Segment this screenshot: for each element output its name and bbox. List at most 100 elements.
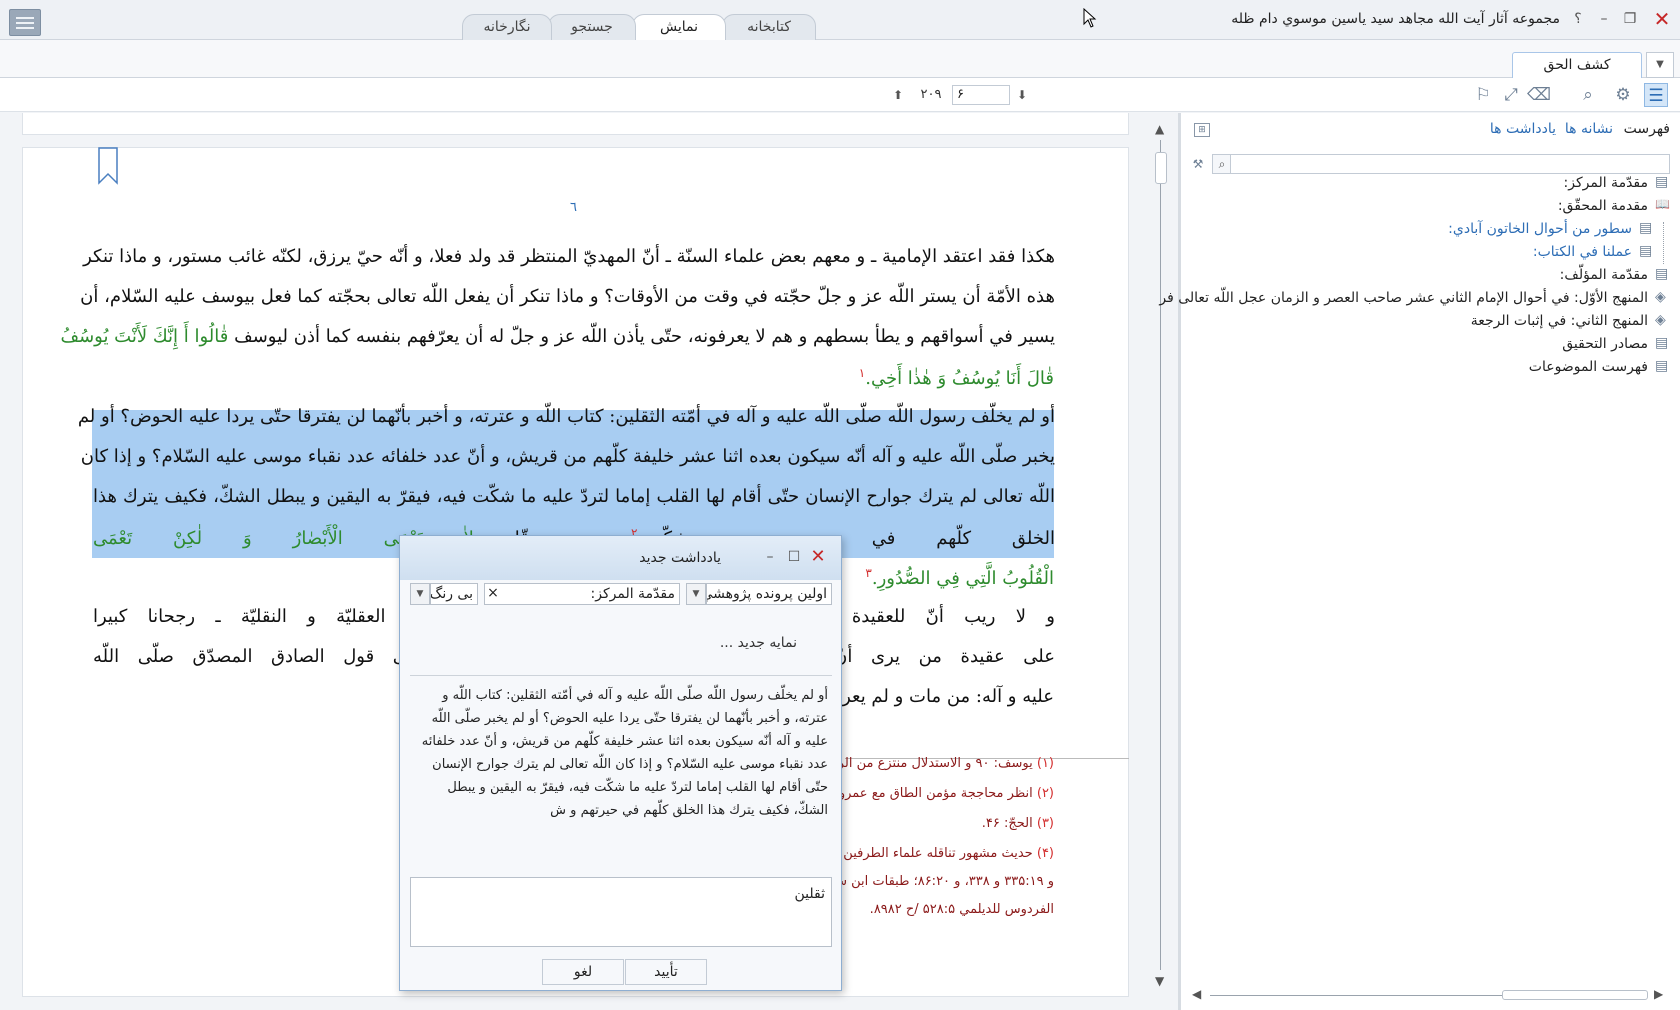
close-window-button[interactable]: ✕ bbox=[1652, 9, 1672, 29]
search-icon[interactable]: ⌕ bbox=[1576, 83, 1600, 107]
footnote-text: يوسف: ٩٠ و الاستدلال منتزع من الرواية bbox=[817, 756, 1033, 771]
index-item[interactable]: مقدمة المحقّق: bbox=[1558, 198, 1648, 214]
app-title: مجموعه آثار آیت الله مجاهد سید یاسین موس… bbox=[1231, 11, 1560, 27]
text-segment: أو لم يخلّف رسول اللّه صلّى اللّه عليه و… bbox=[77, 406, 1055, 427]
index-item[interactable]: المنهج الثاني: في إثبات الرجعة bbox=[1471, 313, 1648, 329]
document-tab[interactable]: كشف الحق bbox=[1512, 52, 1642, 78]
footnote-number: (١) bbox=[1036, 756, 1054, 771]
dialog-close-button[interactable]: ✕ bbox=[808, 547, 828, 567]
index-search-input[interactable] bbox=[1230, 154, 1670, 174]
cancel-button[interactable]: لغو bbox=[542, 959, 624, 985]
scroll-down-arrow-icon[interactable]: ▼ bbox=[1155, 974, 1164, 988]
index-item[interactable]: المنهج الأوّل: في أحوال الإمام الثاني عش… bbox=[1159, 290, 1648, 306]
document-tab-bar: كشف الحق ▼ bbox=[0, 40, 1680, 78]
tab-index[interactable]: فهرست bbox=[1624, 121, 1670, 137]
footnote: الفردوس للديلمي ۵٢٨:۵ /ح ٨٩٨٢. bbox=[870, 902, 1054, 917]
text-line: أو لم يخلّف رسول اللّه صلّى اللّه عليه و… bbox=[78, 406, 1055, 427]
section-select[interactable]: مقدّمة المركز: bbox=[484, 583, 680, 605]
hscroll-thumb[interactable] bbox=[1502, 990, 1648, 1000]
eraser-icon[interactable]: ⌫ bbox=[1527, 83, 1551, 107]
index-item[interactable]: فهرست الموضوعات bbox=[1529, 359, 1648, 375]
footnote: (٣) الحجّ: ۴۶. bbox=[982, 816, 1054, 831]
dialog-maximize-button[interactable]: ☐ bbox=[784, 547, 804, 567]
dialog-divider bbox=[410, 675, 832, 676]
mouse-cursor-icon bbox=[1083, 8, 1097, 28]
index-horizontal-scrollbar[interactable]: ◀ ▶ bbox=[1192, 987, 1666, 1001]
tree-guide-line bbox=[1663, 222, 1664, 264]
restore-button[interactable]: ❐ bbox=[1620, 9, 1640, 29]
footnote-number: (٣) bbox=[1036, 816, 1054, 831]
footnote-number: (۴) bbox=[1036, 846, 1054, 861]
page-bookmark-icon[interactable] bbox=[98, 147, 118, 185]
text-line: هذه الأمّة أن يستر اللّه عز و جلّ حجّته … bbox=[80, 286, 1055, 307]
note-heading: نمايه جديد ... bbox=[719, 635, 797, 651]
toolbar: ☰ ⚙ ⌕ ⌫ ⤢ ⚐ bbox=[0, 78, 1680, 112]
index-item[interactable]: مقدّمة المركز: bbox=[1564, 175, 1648, 191]
scroll-left-arrow-icon[interactable]: ◀ bbox=[1192, 987, 1201, 1001]
quran-verse: قٰالَ أَنَا يُوسُفُ وَ هٰذٰا أَخِي. bbox=[865, 368, 1054, 389]
bookmark-icon[interactable]: ⚐ bbox=[1471, 83, 1495, 107]
index-item[interactable]: مقدّمة المؤلّف: bbox=[1560, 267, 1648, 283]
quran-verse: قٰالُوا أَ إِنَّكَ لَأَنْتَ يُوسُفُ bbox=[60, 326, 229, 347]
title-bar: كتابخانه نمايش جستجو نگارخانه مجموعه آثا… bbox=[0, 0, 1680, 41]
text-line: هكذا فقد اعتقد الإمامية ـ و معهم بعض علم… bbox=[83, 246, 1055, 267]
project-dropdown-arrow-icon[interactable]: ▼ bbox=[686, 583, 706, 605]
open-book-icon: 📖 bbox=[1655, 197, 1670, 211]
scroll-up-arrow-icon[interactable]: ▲ bbox=[1155, 122, 1164, 136]
dialog-title: يادداشت جديد bbox=[639, 550, 721, 566]
text-segment: اللّه تعالى لم يترك جوارح الإنسان حتّى أ… bbox=[93, 486, 1055, 507]
scroll-right-arrow-icon[interactable]: ▶ bbox=[1654, 987, 1663, 1001]
document-icon: ▤ bbox=[1639, 220, 1653, 236]
clear-section-icon[interactable]: × bbox=[484, 583, 502, 605]
footnote-number: (٢) bbox=[1036, 786, 1054, 801]
tab-notes[interactable]: يادداشت ها bbox=[1490, 121, 1556, 137]
search-icon[interactable]: ⌕ bbox=[1212, 154, 1232, 174]
tab-bookmarks[interactable]: نشانه ها bbox=[1565, 121, 1613, 137]
scroll-thumb[interactable] bbox=[1155, 152, 1167, 184]
text-line: الْقُلُوبُ الَّتِي فِي الصُّدُورِ.٣ bbox=[865, 566, 1054, 589]
text-segment: يخبر صلّى اللّه عليه و آله أنّه سيكون بع… bbox=[80, 446, 1055, 467]
new-note-dialog: يادداشت جديد – ☐ ✕ ▼ اولين پرونده پژوهشي… bbox=[399, 535, 842, 991]
page-number-input[interactable]: ۶ bbox=[952, 85, 1010, 105]
text-line: يخبر صلّى اللّه عليه و آله أنّه سيكون بع… bbox=[81, 446, 1055, 467]
text-segment: هكذا فقد اعتقد الإمامية ـ و معهم بعض علم… bbox=[83, 246, 1055, 267]
document-icon: ▤ bbox=[1639, 243, 1653, 259]
page-up-arrow-icon[interactable]: ⬆ bbox=[890, 86, 906, 104]
list-icon[interactable]: ☰ bbox=[1644, 83, 1668, 107]
dialog-title-bar[interactable]: يادداشت جديد – ☐ ✕ bbox=[400, 536, 841, 580]
layers-icon: ◈ bbox=[1655, 289, 1666, 305]
tab-library[interactable]: كتابخانه bbox=[722, 14, 816, 40]
expand-collapse-icon[interactable]: ⊞ bbox=[1194, 123, 1210, 137]
tab-gallery[interactable]: نگارخانه bbox=[462, 14, 552, 40]
footnote: (١) يوسف: ٩٠ و الاستدلال منتزع من الرواي… bbox=[817, 756, 1054, 771]
help-button[interactable]: ؟ bbox=[1568, 9, 1588, 29]
text-segment: هذه الأمّة أن يستر اللّه عز و جلّ حجّته … bbox=[80, 286, 1055, 307]
minimize-button[interactable]: – bbox=[1594, 9, 1614, 29]
hamburger-menu-button[interactable] bbox=[9, 9, 41, 36]
document-tab-dropdown[interactable]: ▼ bbox=[1646, 52, 1674, 78]
page-down-arrow-icon[interactable]: ⬇ bbox=[1014, 86, 1030, 104]
footnote-text: الفردوس للديلمي ۵٢٨:۵ /ح ٨٩٨٢. bbox=[869, 902, 1054, 917]
wrench-icon[interactable]: ⚒ bbox=[1189, 155, 1207, 173]
page-total: ۲۰۹ bbox=[920, 87, 942, 102]
dialog-minimize-button[interactable]: – bbox=[760, 547, 780, 567]
page-number: ٦ bbox=[570, 200, 577, 215]
document-icon: ▤ bbox=[1655, 266, 1669, 282]
confirm-button[interactable]: تأييد bbox=[625, 959, 707, 985]
tab-display[interactable]: نمايش bbox=[632, 14, 726, 41]
text-line: قٰالَ أَنَا يُوسُفُ وَ هٰذٰا أَخِي.١ bbox=[859, 366, 1054, 389]
selected-quote: أو لم يخلّف رسول اللّه صلّى اللّه عليه و… bbox=[421, 688, 828, 818]
color-select[interactable]: بی رنگ bbox=[430, 583, 478, 605]
index-item[interactable]: سطور من أحوال الخاتون آبادي: bbox=[1448, 221, 1632, 237]
color-dropdown-arrow-icon[interactable]: ▼ bbox=[410, 583, 430, 605]
gear-icon[interactable]: ⚙ bbox=[1611, 83, 1635, 107]
project-select[interactable]: اولين پرونده پژوهشي bbox=[706, 583, 832, 605]
tab-search[interactable]: جستجو bbox=[548, 14, 636, 40]
index-item[interactable]: مصادر التحقيق bbox=[1562, 336, 1648, 352]
note-input[interactable]: ثقلين bbox=[410, 877, 832, 947]
quran-verse: الْقُلُوبُ الَّتِي فِي الصُّدُورِ. bbox=[871, 568, 1054, 589]
text-line: اللّه تعالى لم يترك جوارح الإنسان حتّى أ… bbox=[93, 486, 1055, 507]
document-scrollbar[interactable]: ▲ ▼ bbox=[1153, 122, 1169, 988]
index-item[interactable]: عملنا في الكتاب: bbox=[1533, 244, 1632, 260]
fullscreen-icon[interactable]: ⤢ bbox=[1499, 83, 1523, 107]
